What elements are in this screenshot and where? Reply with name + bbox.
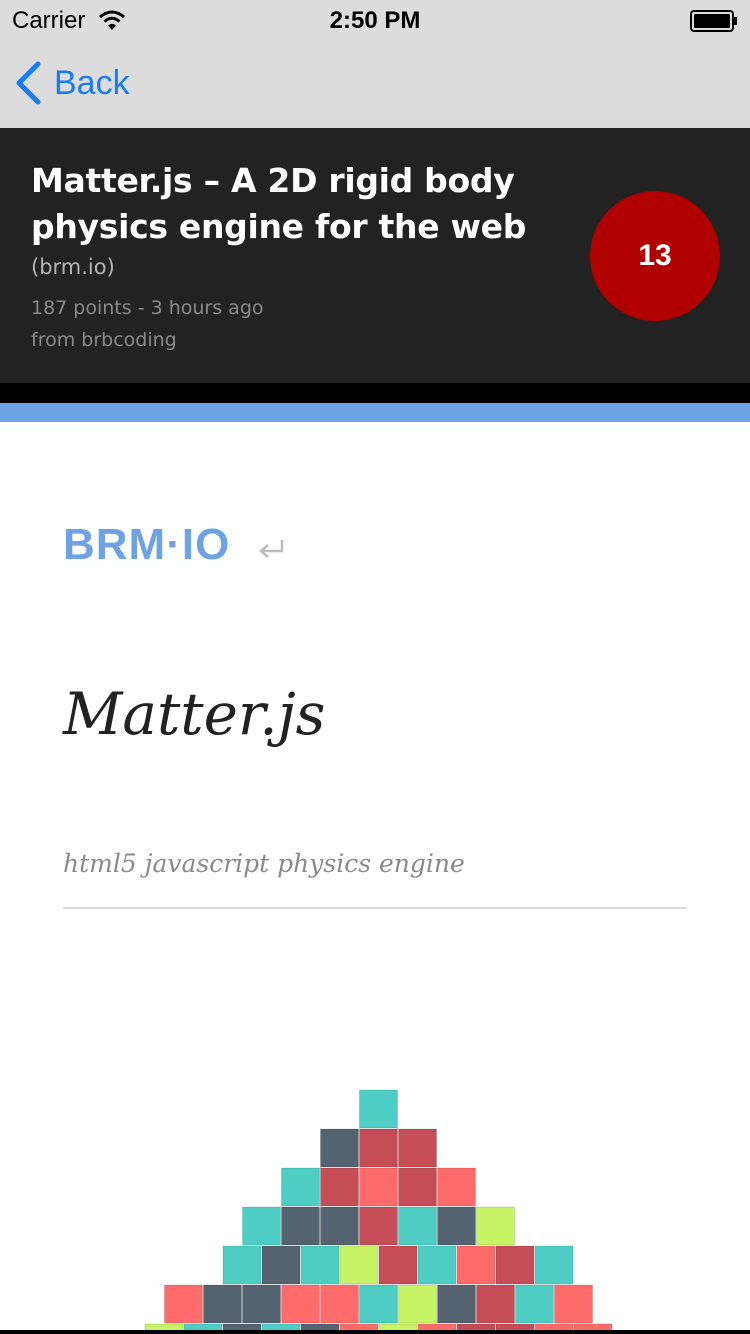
physics-block [281,1284,320,1324]
physics-demo-stack [144,1089,613,1330]
physics-block [476,1284,515,1324]
battery-icon [690,10,737,32]
bottom-edge [0,1330,750,1334]
story-title[interactable]: Matter.js – A 2D rigid body physics engi… [31,158,551,250]
physics-block [534,1245,574,1285]
physics-block [378,1245,418,1285]
physics-block [359,1284,398,1324]
physics-block [222,1245,262,1285]
physics-block [320,1206,359,1246]
physics-block [456,1245,496,1285]
physics-block [261,1245,301,1285]
physics-block [281,1206,320,1246]
physics-block [359,1167,398,1207]
physics-block [320,1284,359,1324]
story-points-time: 187 points - 3 hours ago [31,297,264,319]
physics-block [437,1167,476,1207]
chevron-left-icon [16,61,41,105]
back-button[interactable]: Back [14,60,130,106]
physics-block [242,1206,281,1246]
status-bar: Carrier 2:50 PM [0,0,750,40]
physics-block [437,1284,476,1324]
back-label: Back [54,63,130,102]
physics-block [398,1206,437,1246]
navigation-bar: Back [0,40,750,128]
story-domain: (brm.io) [31,255,115,279]
physics-block [203,1284,242,1324]
physics-block [476,1206,515,1246]
divider [0,383,750,403]
physics-block [281,1167,320,1207]
physics-block [320,1167,359,1207]
physics-block [320,1128,359,1168]
physics-block [359,1206,398,1246]
physics-block [417,1245,457,1285]
story-author: from brbcoding [31,329,177,351]
clock: 2:50 PM [329,7,421,34]
physics-block [359,1128,398,1168]
physics-block [339,1245,379,1285]
physics-block [164,1284,203,1324]
physics-block [300,1245,340,1285]
physics-block [437,1206,476,1246]
physics-block [515,1284,554,1324]
physics-block [554,1284,593,1324]
physics-block [398,1128,437,1168]
comment-count: 13 [638,239,672,272]
site-top-strip [0,403,750,422]
web-view[interactable]: BRM·IO Matter.js html5 javascript physic… [0,422,750,1330]
physics-block [398,1284,437,1324]
physics-block [242,1284,281,1324]
physics-block [359,1089,398,1129]
physics-block [398,1167,437,1207]
comment-count-button[interactable]: 13 [590,191,720,321]
physics-block [495,1245,535,1285]
story-header: Matter.js – A 2D rigid body physics engi… [0,128,750,383]
